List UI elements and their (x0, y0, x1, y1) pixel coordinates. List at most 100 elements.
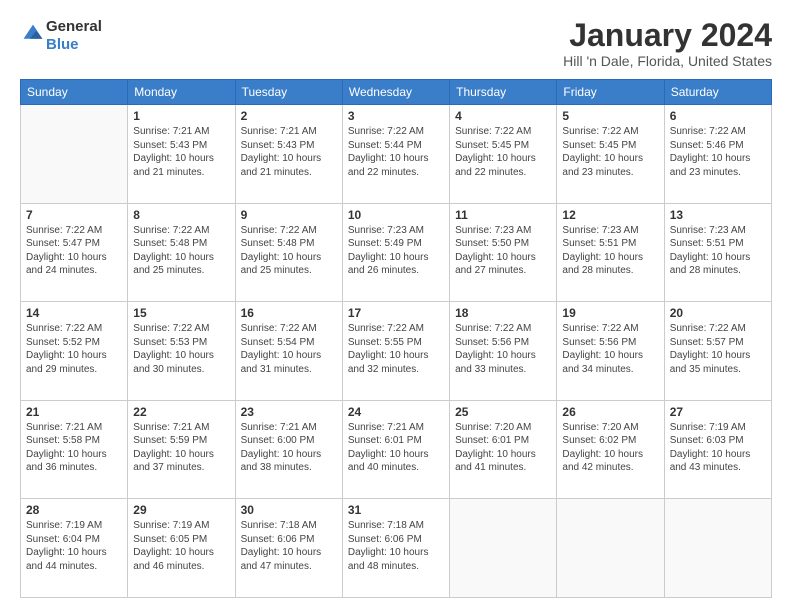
logo-general: General (46, 18, 102, 35)
calendar-cell: 22Sunrise: 7:21 AMSunset: 5:59 PMDayligh… (128, 400, 235, 499)
day-number: 5 (562, 109, 658, 123)
day-number: 8 (133, 208, 229, 222)
day-number: 17 (348, 306, 444, 320)
day-detail: Sunrise: 7:22 AMSunset: 5:47 PMDaylight:… (26, 224, 122, 278)
day-detail: Sunrise: 7:22 AMSunset: 5:45 PMDaylight:… (562, 125, 658, 179)
col-sunday: Sunday (21, 80, 128, 105)
day-detail: Sunrise: 7:23 AMSunset: 5:50 PMDaylight:… (455, 224, 551, 278)
day-number: 10 (348, 208, 444, 222)
col-wednesday: Wednesday (342, 80, 449, 105)
day-number: 11 (455, 208, 551, 222)
calendar-week-3: 14 Sunrise: 7:22 AMSunset: 5:52 PMDayligh… (21, 302, 772, 401)
calendar-cell: 5 Sunrise: 7:22 AMSunset: 5:45 PMDaylight… (557, 105, 664, 204)
calendar-cell: 17 Sunrise: 7:22 AMSunset: 5:55 PMDayligh… (342, 302, 449, 401)
day-detail: Sunrise: 7:19 AMSunset: 6:03 PMDaylight:… (670, 421, 766, 475)
calendar-cell: 29Sunrise: 7:19 AMSunset: 6:05 PMDayligh… (128, 499, 235, 598)
day-detail: Sunrise: 7:19 AMSunset: 6:04 PMDaylight:… (26, 519, 122, 573)
day-number: 4 (455, 109, 551, 123)
calendar-cell: 14 Sunrise: 7:22 AMSunset: 5:52 PMDayligh… (21, 302, 128, 401)
logo-blue: Blue (46, 36, 79, 53)
col-saturday: Saturday (664, 80, 771, 105)
calendar-week-4: 21 Sunrise: 7:21 AMSunset: 5:58 PMDayligh… (21, 400, 772, 499)
calendar-cell: 10 Sunrise: 7:23 AMSunset: 5:49 PMDayligh… (342, 203, 449, 302)
calendar-cell: 24 Sunrise: 7:21 AMSunset: 6:01 PMDayligh… (342, 400, 449, 499)
calendar-subtitle: Hill 'n Dale, Florida, United States (563, 53, 772, 69)
day-detail: Sunrise: 7:22 AMSunset: 5:56 PMDaylight:… (455, 322, 551, 376)
day-number: 14 (26, 306, 122, 320)
day-number: 22 (133, 405, 229, 419)
day-number: 16 (241, 306, 337, 320)
calendar-cell: 28Sunrise: 7:19 AMSunset: 6:04 PMDayligh… (21, 499, 128, 598)
calendar-cell: 31Sunrise: 7:18 AMSunset: 6:06 PMDayligh… (342, 499, 449, 598)
col-monday: Monday (128, 80, 235, 105)
calendar-cell: 13 Sunrise: 7:23 AMSunset: 5:51 PMDayligh… (664, 203, 771, 302)
logo: General Blue (20, 18, 102, 54)
calendar-cell: 2Sunrise: 7:21 AMSunset: 5:43 PMDaylight… (235, 105, 342, 204)
day-detail: Sunrise: 7:20 AMSunset: 6:02 PMDaylight:… (562, 421, 658, 475)
day-detail: Sunrise: 7:18 AMSunset: 6:06 PMDaylight:… (348, 519, 444, 573)
day-number: 27 (670, 405, 766, 419)
calendar-cell: 30 Sunrise: 7:18 AMSunset: 6:06 PMDayligh… (235, 499, 342, 598)
day-detail: Sunrise: 7:21 AMSunset: 5:58 PMDaylight:… (26, 421, 122, 475)
day-number: 24 (348, 405, 444, 419)
col-thursday: Thursday (450, 80, 557, 105)
calendar-cell: 15Sunrise: 7:22 AMSunset: 5:53 PMDayligh… (128, 302, 235, 401)
page: General Blue January 2024 Hill 'n Dale, … (0, 0, 792, 612)
calendar-cell: 23 Sunrise: 7:21 AMSunset: 6:00 PMDayligh… (235, 400, 342, 499)
day-detail: Sunrise: 7:23 AMSunset: 5:51 PMDaylight:… (562, 224, 658, 278)
day-number: 30 (241, 503, 337, 517)
calendar-cell: 3Sunrise: 7:22 AMSunset: 5:44 PMDaylight… (342, 105, 449, 204)
calendar-cell: 4 Sunrise: 7:22 AMSunset: 5:45 PMDaylight… (450, 105, 557, 204)
calendar-cell: 6 Sunrise: 7:22 AMSunset: 5:46 PMDaylight… (664, 105, 771, 204)
logo-icon (22, 23, 44, 45)
calendar-cell: 8 Sunrise: 7:22 AMSunset: 5:48 PMDaylight… (128, 203, 235, 302)
day-detail: Sunrise: 7:22 AMSunset: 5:53 PMDaylight:… (133, 322, 229, 376)
day-number: 13 (670, 208, 766, 222)
day-number: 6 (670, 109, 766, 123)
calendar-cell: 20Sunrise: 7:22 AMSunset: 5:57 PMDayligh… (664, 302, 771, 401)
day-detail: Sunrise: 7:22 AMSunset: 5:55 PMDaylight:… (348, 322, 444, 376)
day-number: 7 (26, 208, 122, 222)
day-detail: Sunrise: 7:18 AMSunset: 6:06 PMDaylight:… (241, 519, 337, 573)
day-detail: Sunrise: 7:22 AMSunset: 5:48 PMDaylight:… (133, 224, 229, 278)
calendar-title: January 2024 (563, 18, 772, 53)
day-number: 20 (670, 306, 766, 320)
calendar-cell: 25Sunrise: 7:20 AMSunset: 6:01 PMDayligh… (450, 400, 557, 499)
calendar-week-1: 1 Sunrise: 7:21 AMSunset: 5:43 PMDaylight… (21, 105, 772, 204)
calendar-cell: 16 Sunrise: 7:22 AMSunset: 5:54 PMDayligh… (235, 302, 342, 401)
logo-text: General Blue (46, 18, 102, 54)
calendar-cell: 18Sunrise: 7:22 AMSunset: 5:56 PMDayligh… (450, 302, 557, 401)
calendar-cell: 26 Sunrise: 7:20 AMSunset: 6:02 PMDayligh… (557, 400, 664, 499)
day-detail: Sunrise: 7:22 AMSunset: 5:44 PMDaylight:… (348, 125, 444, 179)
calendar-cell: 9Sunrise: 7:22 AMSunset: 5:48 PMDaylight… (235, 203, 342, 302)
day-number: 26 (562, 405, 658, 419)
calendar-table: Sunday Monday Tuesday Wednesday Thursday… (20, 79, 772, 598)
day-number: 23 (241, 405, 337, 419)
calendar-week-5: 28Sunrise: 7:19 AMSunset: 6:04 PMDayligh… (21, 499, 772, 598)
day-detail: Sunrise: 7:23 AMSunset: 5:49 PMDaylight:… (348, 224, 444, 278)
col-friday: Friday (557, 80, 664, 105)
day-detail: Sunrise: 7:22 AMSunset: 5:54 PMDaylight:… (241, 322, 337, 376)
calendar-header-row: Sunday Monday Tuesday Wednesday Thursday… (21, 80, 772, 105)
day-detail: Sunrise: 7:21 AMSunset: 5:43 PMDaylight:… (133, 125, 229, 179)
day-detail: Sunrise: 7:22 AMSunset: 5:48 PMDaylight:… (241, 224, 337, 278)
title-block: January 2024 Hill 'n Dale, Florida, Unit… (563, 18, 772, 69)
calendar-cell: 11 Sunrise: 7:23 AMSunset: 5:50 PMDayligh… (450, 203, 557, 302)
day-number: 21 (26, 405, 122, 419)
calendar-cell (664, 499, 771, 598)
day-detail: Sunrise: 7:21 AMSunset: 5:43 PMDaylight:… (241, 125, 337, 179)
day-detail: Sunrise: 7:23 AMSunset: 5:51 PMDaylight:… (670, 224, 766, 278)
day-detail: Sunrise: 7:22 AMSunset: 5:56 PMDaylight:… (562, 322, 658, 376)
day-detail: Sunrise: 7:22 AMSunset: 5:52 PMDaylight:… (26, 322, 122, 376)
calendar-cell (450, 499, 557, 598)
day-detail: Sunrise: 7:22 AMSunset: 5:46 PMDaylight:… (670, 125, 766, 179)
day-detail: Sunrise: 7:22 AMSunset: 5:45 PMDaylight:… (455, 125, 551, 179)
day-number: 19 (562, 306, 658, 320)
day-detail: Sunrise: 7:21 AMSunset: 6:01 PMDaylight:… (348, 421, 444, 475)
day-detail: Sunrise: 7:21 AMSunset: 6:00 PMDaylight:… (241, 421, 337, 475)
day-number: 12 (562, 208, 658, 222)
header: General Blue January 2024 Hill 'n Dale, … (20, 18, 772, 69)
calendar-cell: 19 Sunrise: 7:22 AMSunset: 5:56 PMDayligh… (557, 302, 664, 401)
col-tuesday: Tuesday (235, 80, 342, 105)
day-number: 1 (133, 109, 229, 123)
